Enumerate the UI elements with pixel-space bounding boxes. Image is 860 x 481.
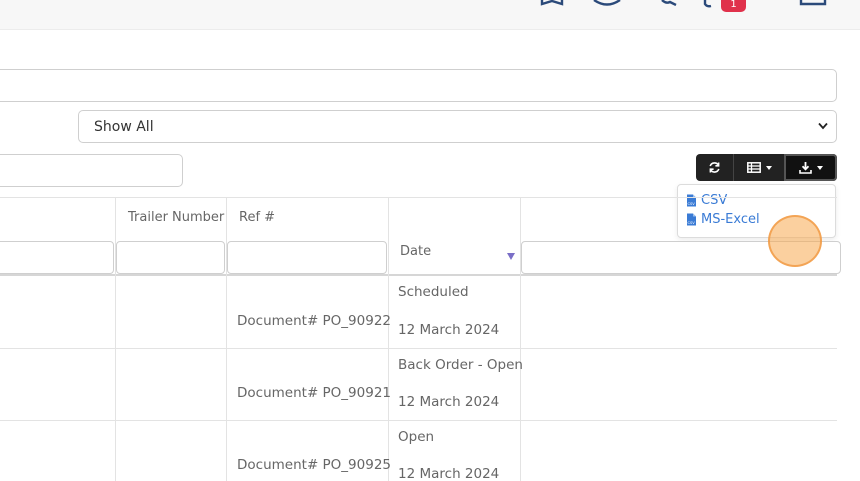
column-divider — [115, 197, 116, 481]
row-ref: Document# PO_90922 — [237, 313, 392, 329]
column-header-trailer[interactable]: Trailer Number — [128, 210, 224, 225]
export-button[interactable] — [784, 154, 837, 181]
row-date: 12 March 2024 — [398, 322, 500, 338]
bookmark-icon[interactable] — [540, 0, 564, 6]
download-icon — [798, 162, 812, 174]
columns-toggle-button[interactable] — [733, 154, 784, 181]
secondary-filter-input[interactable] — [0, 154, 183, 187]
csv-file-icon: CSV — [687, 213, 696, 226]
column-divider — [388, 197, 389, 481]
column-divider — [520, 197, 521, 481]
row-divider — [0, 348, 837, 349]
row-ref: Document# PO_90925 — [237, 457, 392, 473]
table-toolbar — [696, 154, 837, 181]
export-excel-option[interactable]: CSV MS-Excel — [686, 212, 760, 227]
caret-down-icon — [816, 165, 823, 170]
top-navbar: 1 — [0, 0, 860, 30]
export-csv-option[interactable]: CSV CSV — [686, 193, 727, 208]
column-header-date[interactable]: Date — [400, 244, 431, 259]
search-icon[interactable] — [660, 0, 680, 6]
help-icon[interactable] — [592, 0, 622, 6]
refresh-icon — [709, 162, 720, 173]
row-status: Scheduled — [398, 284, 469, 300]
monitor-icon[interactable] — [799, 0, 827, 6]
row-status: Open — [398, 429, 435, 445]
row-status: Back Order - Open — [398, 357, 523, 373]
notification-icon[interactable] — [703, 0, 717, 8]
click-indicator — [768, 215, 822, 267]
table-border — [0, 197, 837, 198]
csv-file-icon: CSV — [687, 194, 696, 207]
table-header-divider — [0, 274, 837, 276]
ref-filter-input[interactable] — [227, 241, 387, 274]
svg-text:CSV: CSV — [688, 202, 696, 206]
caret-down-icon — [765, 165, 772, 170]
row-ref: Document# PO_90921 — [237, 385, 392, 401]
row-date: 12 March 2024 — [398, 466, 500, 481]
trailer-filter-input[interactable] — [116, 241, 225, 274]
columns-icon — [746, 162, 761, 173]
status-filter-value: Show All — [94, 119, 154, 135]
row-divider — [0, 420, 837, 421]
sort-desc-icon[interactable] — [507, 253, 515, 260]
svg-text:CSV: CSV — [688, 221, 696, 225]
status-filter-select[interactable]: Show All — [78, 110, 837, 143]
export-excel-label: MS-Excel — [701, 212, 760, 227]
column-header-ref[interactable]: Ref # — [239, 210, 275, 225]
column-filter-input[interactable] — [0, 241, 114, 274]
column-divider — [226, 197, 227, 481]
refresh-button[interactable] — [696, 154, 733, 181]
search-input[interactable] — [0, 69, 837, 102]
row-date: 12 March 2024 — [398, 394, 500, 410]
notification-badge: 1 — [721, 0, 746, 12]
export-csv-label: CSV — [701, 193, 728, 208]
chevron-down-icon — [818, 122, 828, 130]
